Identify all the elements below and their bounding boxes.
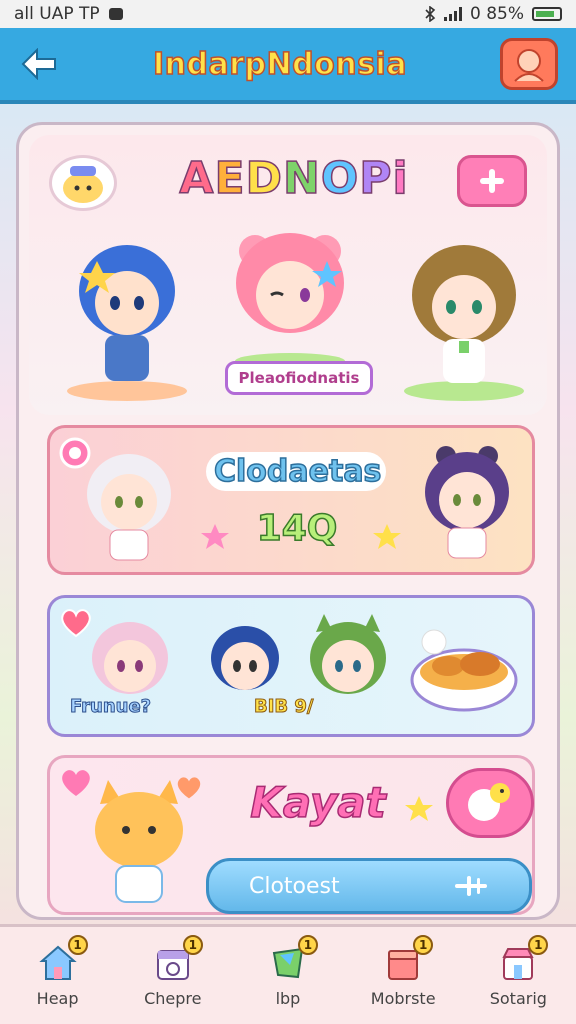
avatar-icon xyxy=(514,49,544,82)
nav-badge: 1 xyxy=(528,935,549,955)
cta-label: Clotoest xyxy=(249,873,340,899)
carrier-label: all UAP TP xyxy=(14,4,100,24)
card-title: Kayat xyxy=(250,777,387,828)
hero-title-letter: i xyxy=(392,152,409,205)
bluetooth-icon xyxy=(425,6,436,22)
star-icon xyxy=(405,796,433,821)
hero-title: AEDNOPi xyxy=(159,152,429,205)
chick-icon xyxy=(468,783,510,821)
hero-label: Pleaofiodnatis xyxy=(225,361,373,395)
back-arrow-icon xyxy=(21,48,56,80)
battery-text: 0 85% xyxy=(469,4,524,24)
character-brown-hair-icon[interactable] xyxy=(389,231,539,401)
feature-card-kayat[interactable]: Kayat Clotoest xyxy=(47,755,535,915)
status-left: all UAP TP xyxy=(14,4,124,24)
nav-label: Heap xyxy=(36,989,79,1008)
nav-item-mobrste[interactable]: 1 Mobrste xyxy=(355,928,451,1024)
card-tag: Frunue? xyxy=(69,696,152,718)
favorite-toggle[interactable] xyxy=(446,768,534,838)
character-pink-ponytail-icon xyxy=(92,622,168,694)
mascot-icon xyxy=(63,166,103,203)
app-title: IndarpNdonsia xyxy=(152,46,407,83)
character-green-hair-icon xyxy=(310,614,386,694)
food-bowl-icon xyxy=(410,629,518,712)
nav-label: Sotarig xyxy=(489,989,547,1008)
hero-title-letter: A xyxy=(179,152,215,205)
hero-title-letter: E xyxy=(214,152,246,205)
character-pink-hair-icon[interactable] xyxy=(215,221,365,371)
nav-item-chepre[interactable]: 1 Chepre xyxy=(125,928,221,1024)
status-bar: all UAP TP 0 85% xyxy=(0,0,576,28)
bottom-navigation: 1 Heap 1 Chepre 1 lbp 1 Mobrste 1 Sotari… xyxy=(0,924,576,1024)
feature-card-stats[interactable]: Clodaetas 14Q xyxy=(47,425,535,575)
hero-title-letter: D xyxy=(245,152,284,205)
hero-title-letter: O xyxy=(320,152,360,205)
nav-item-sotarig[interactable]: 1 Sotarig xyxy=(470,928,566,1024)
nav-item-lbp[interactable]: 1 lbp xyxy=(240,928,336,1024)
nav-badge: 1 xyxy=(67,935,88,955)
nav-label: lbp xyxy=(275,989,301,1008)
hero-title-letter: P xyxy=(359,152,393,205)
feature-card-characters[interactable]: Frunue? BIB 9/ xyxy=(47,595,535,737)
battery-icon xyxy=(532,7,562,21)
status-right: 0 85% xyxy=(424,4,562,24)
notification-icon xyxy=(108,8,123,20)
hero-card: AEDNOPi Pleaofiodnatis xyxy=(29,135,547,415)
signal-icon xyxy=(443,7,462,21)
cta-button[interactable]: Clotoest xyxy=(206,858,532,914)
back-button[interactable] xyxy=(18,43,60,85)
nav-badge: 1 xyxy=(182,935,203,955)
star-icon xyxy=(373,524,401,549)
nav-item-heap[interactable]: 1 Heap xyxy=(10,928,106,1024)
character-purple-hair-icon xyxy=(425,446,509,559)
nav-badge: 1 xyxy=(413,935,434,955)
plus-icon xyxy=(480,169,504,193)
card-value: 14Q xyxy=(256,507,338,550)
character-blue-hair-icon[interactable] xyxy=(57,231,197,401)
app-header: IndarpNdonsia xyxy=(0,28,576,104)
main-panel: AEDNOPi Pleaofiodnatis Clodaetas 14Q Fru… xyxy=(16,122,560,920)
card-title: Clodaetas xyxy=(206,452,386,491)
nav-label: Mobrste xyxy=(370,989,436,1008)
add-button[interactable] xyxy=(457,155,527,207)
avatar-button[interactable] xyxy=(499,38,558,90)
nav-label: Chepre xyxy=(144,989,202,1008)
heart-icon xyxy=(177,777,201,799)
hero-title-letter: N xyxy=(282,152,321,205)
sparkle-icon xyxy=(455,876,487,896)
mascot-button[interactable] xyxy=(49,155,117,211)
character-white-hair-icon xyxy=(87,454,171,561)
nav-badge: 1 xyxy=(297,935,318,955)
star-icon xyxy=(201,524,229,549)
